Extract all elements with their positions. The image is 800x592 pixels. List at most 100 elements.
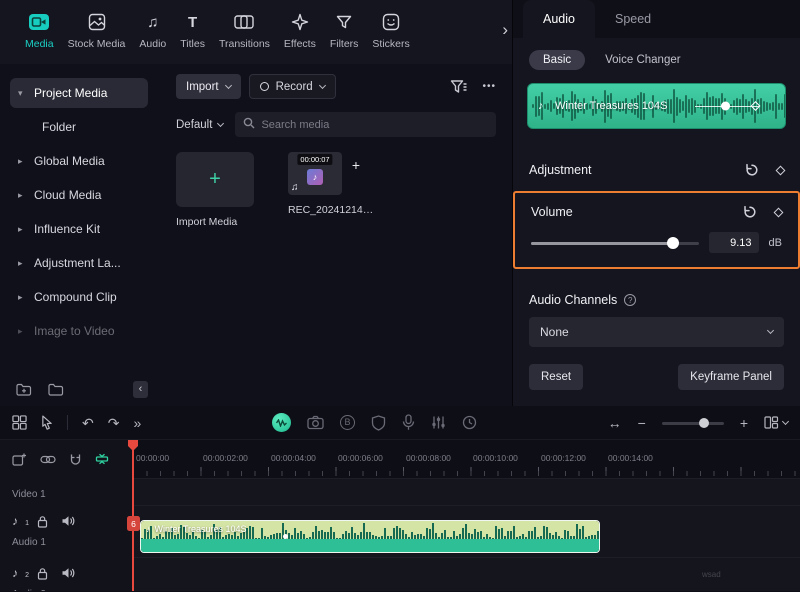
auto-ripple-icon[interactable] — [95, 452, 109, 466]
record-dropdown-button[interactable]: Record — [249, 74, 336, 99]
sidebar-item-cloud-media[interactable]: ▸ Cloud Media — [10, 180, 148, 210]
volume-slider-handle[interactable] — [667, 237, 679, 249]
sidebar-item-influence-kit[interactable]: ▸ Influence Kit — [10, 214, 148, 244]
media-item[interactable]: 00:00:07 ♪ ♫ + REC_20241214_... — [288, 152, 376, 216]
volume-slider[interactable] — [531, 236, 699, 250]
audio-stretch-icon[interactable] — [272, 413, 291, 432]
volume-value-input[interactable]: 9.13 — [709, 232, 759, 253]
sidebar-item-adjustment-layer[interactable]: ▸ Adjustment La... — [10, 248, 148, 278]
fit-timeline-icon[interactable]: ↔ — [608, 416, 622, 430]
track-label: Video 1 — [12, 489, 46, 500]
video-track-lane[interactable] — [133, 478, 800, 506]
sidebar-item-label: Folder — [42, 120, 76, 134]
subtab-basic[interactable]: Basic — [529, 50, 585, 70]
chevron-down-icon — [782, 417, 789, 424]
search-box[interactable] — [235, 112, 496, 137]
sidebar-item-project-media[interactable]: ▾ Project Media — [10, 78, 148, 108]
ruler-label: 00:00:02:00 — [203, 453, 248, 463]
adjustment-reset-icon[interactable] — [745, 163, 759, 177]
tab-stickers[interactable]: Stickers — [365, 9, 416, 52]
link-clips-icon[interactable] — [40, 455, 56, 464]
insert-clip-icon[interactable] — [12, 452, 27, 466]
tab-titles-label: Titles — [180, 38, 205, 50]
sidebar-item-folder[interactable]: Folder — [10, 112, 148, 142]
subtab-voice-changer[interactable]: Voice Changer — [605, 54, 680, 66]
magnet-snap-icon[interactable] — [69, 453, 82, 466]
timeline-ruler[interactable]: 00:00:00 00:00:02:00 00:00:04:00 00:00:0… — [133, 440, 800, 478]
tab-audio[interactable]: ♫ Audio — [132, 9, 173, 52]
audio-mixer-icon[interactable] — [431, 415, 446, 430]
voiceover-mic-icon[interactable] — [402, 414, 415, 431]
sidebar-item-compound-clip[interactable]: ▸ Compound Clip — [10, 282, 148, 312]
sidebar-item-image-to-video[interactable]: ▸ Image to Video — [10, 316, 148, 346]
more-tools-icon[interactable]: » — [133, 416, 141, 430]
track-manager-icon[interactable] — [12, 415, 27, 430]
clip-keyframe-dot[interactable] — [283, 534, 288, 539]
sidebar-collapse-button[interactable]: ‹ — [133, 381, 148, 398]
redo-icon[interactable]: ↷ — [108, 416, 120, 430]
filter-button[interactable] — [450, 79, 467, 95]
timeline-zoom-slider[interactable] — [662, 417, 724, 429]
mute-speaker-icon[interactable] — [61, 567, 75, 579]
tab-filters[interactable]: Filters — [323, 9, 366, 52]
caret-closed-icon: ▸ — [18, 326, 27, 337]
volume-reset-icon[interactable] — [743, 205, 757, 219]
sidebar-item-label: Global Media — [34, 154, 105, 168]
sidebar-footer — [16, 383, 64, 397]
zoom-in-icon[interactable]: + — [740, 416, 748, 430]
import-media-card[interactable]: + — [176, 152, 254, 207]
track-header-audio-1[interactable]: ♪1 Audio 1 — [0, 506, 132, 558]
media-thumbnail[interactable]: 00:00:07 ♪ ♫ + — [288, 152, 342, 195]
sidebar-item-global-media[interactable]: ▸ Global Media — [10, 146, 148, 176]
snapshot-camera-icon[interactable] — [307, 415, 324, 430]
lock-track-icon[interactable] — [37, 515, 48, 528]
toolbar-more-chevron-icon[interactable]: › — [502, 20, 508, 40]
search-input[interactable] — [261, 119, 488, 131]
ruler-label: 00:00:14:00 — [608, 453, 653, 463]
volume-keyframe-icon[interactable] — [775, 209, 782, 216]
mute-speaker-icon[interactable] — [61, 515, 75, 527]
info-icon[interactable]: ? — [624, 294, 636, 306]
tab-transitions[interactable]: Transitions — [212, 9, 277, 52]
folder-icon[interactable] — [48, 383, 64, 397]
tab-media[interactable]: Media — [18, 9, 61, 52]
render-preview-icon[interactable] — [462, 415, 477, 430]
zoom-out-icon[interactable]: − — [638, 416, 646, 430]
ruler-label: 00:00:12:00 — [541, 453, 586, 463]
tab-effects[interactable]: Effects — [277, 9, 323, 52]
transitions-icon — [234, 11, 254, 33]
stickers-icon — [382, 11, 400, 33]
tab-audio-properties[interactable]: Audio — [523, 0, 595, 38]
select-pointer-icon[interactable] — [41, 415, 53, 430]
sort-dropdown[interactable]: Default — [176, 119, 223, 131]
b-badge-icon[interactable]: B — [340, 415, 355, 430]
undo-icon[interactable]: ↶ — [82, 416, 94, 430]
caret-open-icon: ▾ — [18, 88, 27, 99]
audio-clip-preview[interactable]: ♪ Winter Treasures 104S — [527, 83, 786, 129]
timeline-canvas: 00:00:00 00:00:02:00 00:00:04:00 00:00:0… — [133, 440, 800, 591]
import-dropdown-button[interactable]: Import — [176, 74, 241, 99]
audio-clip[interactable]: ♪ Winter Treasures 104S — [140, 520, 600, 553]
tab-stock-media-label: Stock Media — [68, 38, 126, 50]
clip-marker-badge[interactable]: 6 — [127, 516, 140, 531]
timeline-layout-button[interactable] — [764, 416, 788, 429]
track-header-video-1[interactable]: Video 1 — [0, 478, 132, 506]
mask-shield-icon[interactable] — [371, 415, 386, 431]
reset-button[interactable]: Reset — [529, 364, 583, 390]
tab-stock-media[interactable]: Stock Media — [61, 9, 133, 52]
audio-channels-dropdown[interactable]: None — [529, 317, 784, 347]
lock-track-icon[interactable] — [37, 567, 48, 580]
new-folder-icon[interactable] — [16, 383, 32, 397]
adjustment-keyframe-icon[interactable] — [777, 167, 784, 174]
tab-titles[interactable]: T Titles — [173, 9, 212, 52]
zoom-slider-handle[interactable] — [699, 418, 709, 428]
track-header-audio-2[interactable]: ♪2 Audio 2 — [0, 558, 132, 591]
add-to-timeline-button[interactable]: + — [348, 157, 364, 173]
audio-track-2-lane[interactable] — [133, 558, 800, 591]
toolbar-divider — [67, 415, 68, 430]
caret-closed-icon: ▸ — [18, 156, 27, 167]
more-options-button[interactable]: ••• — [482, 81, 496, 92]
keyframe-dot[interactable] — [721, 102, 730, 111]
keyframe-panel-button[interactable]: Keyframe Panel — [678, 364, 784, 390]
tab-speed-properties[interactable]: Speed — [595, 0, 671, 38]
